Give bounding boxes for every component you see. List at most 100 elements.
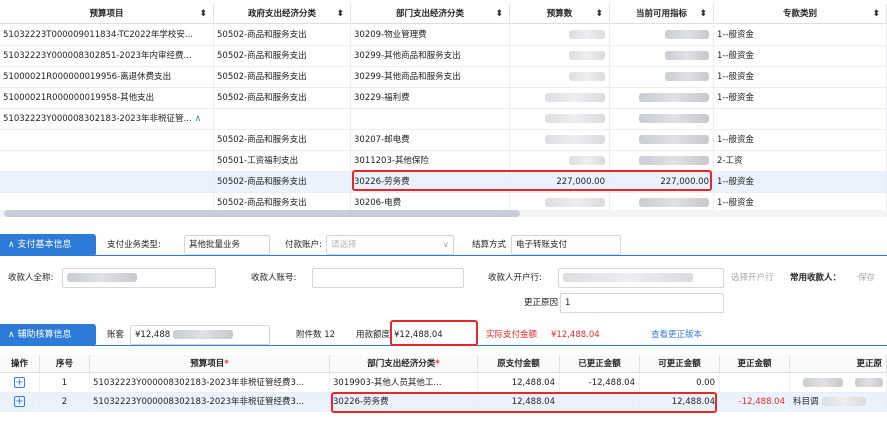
- chevron-down-icon: ∨: [442, 240, 449, 250]
- cell-avail: [610, 130, 714, 151]
- redacted-value: [569, 72, 605, 81]
- col-header-budget[interactable]: 预算数 ⬍: [510, 4, 610, 24]
- cell-dept: 3011203-其他保险: [351, 151, 510, 172]
- sort-icon[interactable]: ⬍: [699, 4, 707, 24]
- payee-account-field[interactable]: [312, 268, 464, 288]
- sort-icon[interactable]: ⬍: [595, 4, 603, 24]
- cell-type: 1--般资金: [714, 88, 887, 109]
- cell-op[interactable]: +: [0, 393, 40, 412]
- redacted-value: [639, 156, 709, 165]
- table-row[interactable]: 51032223Y000008302851-2023年内审经费... 50502-…: [0, 46, 887, 67]
- col-header-correction: 更正金额: [720, 355, 790, 373]
- cell-gov: 50502-商品和服务支出: [214, 46, 351, 67]
- table-row[interactable]: 50502-商品和服务支出 30207-邮电费 1--般资金: [0, 130, 887, 151]
- sort-icon[interactable]: ⬍: [495, 4, 503, 24]
- correction-table-header: 操作 序号 预算项目* 部门支出经济分类* 原支付金额 已更正金额 可更正金额 …: [0, 355, 887, 373]
- horizontal-scrollbar[interactable]: [4, 210, 520, 217]
- redacted-value: [665, 72, 709, 81]
- ledger-label: 账套: [107, 330, 125, 340]
- section-header-payment[interactable]: ∧ 支付基本信息: [0, 234, 96, 256]
- highlight-box-amount: [390, 320, 478, 346]
- sort-icon[interactable]: ⬍: [872, 4, 880, 24]
- cell-dept: 30207-邮电费: [351, 130, 510, 151]
- cell-budget: [510, 109, 610, 130]
- table-row[interactable]: 51000021R000000019956-离退休费支出 50502-商品和服务支…: [0, 67, 887, 88]
- redacted-value: [569, 156, 605, 165]
- chevron-up-icon: ∧: [8, 240, 15, 250]
- cell-avail: [610, 88, 714, 109]
- col-header-corrected: 已更正金额: [560, 355, 640, 373]
- redacted-value: [639, 135, 709, 144]
- view-correction-version-link[interactable]: 查看更正版本: [651, 325, 702, 345]
- redacted-value: [563, 273, 693, 282]
- cell-project: [0, 151, 214, 172]
- col-header-fund-type[interactable]: 专款类别 ⬍: [714, 4, 887, 24]
- required-mark: *: [224, 359, 229, 369]
- actual-pay-label: 实际支付金额: [486, 330, 538, 340]
- cell-dept: 30209-物业管理费: [351, 25, 510, 46]
- cell-note: [790, 374, 887, 393]
- save-payee-link[interactable]: 保存: [858, 268, 875, 288]
- ledger-field[interactable]: ¥12,488: [130, 325, 270, 345]
- cell-budget: [510, 25, 610, 46]
- cell-type: [714, 109, 887, 130]
- cell-project: 51000021R000000019958-其他支出: [0, 88, 214, 109]
- redacted-value: [665, 30, 709, 39]
- col-header-project: 预算项目*: [90, 355, 330, 373]
- cell-project: 51032223Y000008302851-2023年内审经费...: [0, 46, 214, 67]
- redacted-value: [803, 378, 843, 387]
- redacted-value: [545, 114, 605, 123]
- business-type-field[interactable]: 其他批量业务: [184, 235, 270, 255]
- table-row[interactable]: 51032223T000009011834-TC2022年学校安... 50502…: [0, 25, 887, 46]
- chevron-up-icon[interactable]: ∧: [195, 114, 202, 124]
- cell-type: 2-工资: [714, 151, 887, 172]
- table-row[interactable]: 50501-工资福利支出 3011203-其他保险 2-工资: [0, 151, 887, 172]
- redacted-value: [545, 93, 605, 102]
- cell-note: 科目调: [790, 393, 887, 412]
- cell-idx: 2: [40, 393, 90, 412]
- redacted-value: [545, 135, 605, 144]
- cell-project: [0, 172, 214, 193]
- payee-name-field[interactable]: [62, 268, 216, 288]
- redacted-value: [67, 273, 137, 282]
- cell-dept: 3019903-其他人员其他工...: [330, 374, 478, 393]
- sort-icon[interactable]: ⬍: [336, 4, 344, 24]
- cell-budget: [510, 88, 610, 109]
- cell-type: 1--般资金: [714, 130, 887, 151]
- settlement-field[interactable]: 电子转账支付: [511, 235, 621, 255]
- redacted-value: [172, 330, 233, 339]
- payee-account-label: 收款人账号:: [251, 273, 297, 283]
- col-header-available[interactable]: 当前可用指标 ⬍: [610, 4, 714, 24]
- col-header-dept-class: 部门支出经济分类*: [330, 355, 478, 373]
- col-header-dept-class[interactable]: 部门支出经济分类 ⬍: [351, 4, 510, 24]
- highlight-box-selected-row: [352, 170, 712, 191]
- cell-project: 51032223Y000008302183-2023年非税征管... ∧: [0, 109, 214, 130]
- table-row[interactable]: +1 51032223Y000008302183-2023年非税征管经费3... 3…: [0, 374, 887, 393]
- cell-project: 51032223Y000008302183-2023年非税征管经费3...: [90, 393, 330, 412]
- redacted-value: [569, 51, 605, 60]
- col-header-gov-class[interactable]: 政府支出经济分类 ⬍: [214, 4, 351, 24]
- payee-bank-label: 收款人开户行:: [488, 273, 542, 283]
- actual-pay-value: ¥12,488.04: [551, 330, 600, 340]
- plus-icon[interactable]: +: [14, 396, 25, 407]
- col-header-project[interactable]: 预算项目 ⬍: [0, 4, 214, 24]
- section-header-aux[interactable]: ∧ 辅助核算信息: [0, 324, 96, 346]
- col-header-op: 操作: [0, 355, 40, 373]
- select-bank-button[interactable]: 选择开户行: [731, 268, 774, 288]
- cell-project: [0, 130, 214, 151]
- redacted-value: [855, 378, 883, 387]
- cell-corrected: -12,488.04: [560, 374, 640, 393]
- plus-icon[interactable]: +: [14, 377, 25, 388]
- cell-gov: 50502-商品和服务支出: [214, 25, 351, 46]
- cell-idx: 1: [40, 374, 90, 393]
- table-row[interactable]: 51032223Y000008302183-2023年非税征管... ∧: [0, 109, 887, 130]
- table-row[interactable]: 51000021R000000019958-其他支出 50502-商品和服务支出 3…: [0, 88, 887, 109]
- payer-account-select[interactable]: 请选择 ∨: [326, 235, 454, 255]
- payee-bank-field[interactable]: [558, 268, 724, 288]
- cell-correction: [720, 374, 790, 393]
- cell-op[interactable]: +: [0, 374, 40, 393]
- correction-reason-label: 更正原因: [524, 298, 559, 308]
- correction-reason-input[interactable]: 1: [560, 293, 724, 313]
- cell-dept: 30299-其他商品和服务支出: [351, 67, 510, 88]
- sort-icon[interactable]: ⬍: [199, 4, 207, 24]
